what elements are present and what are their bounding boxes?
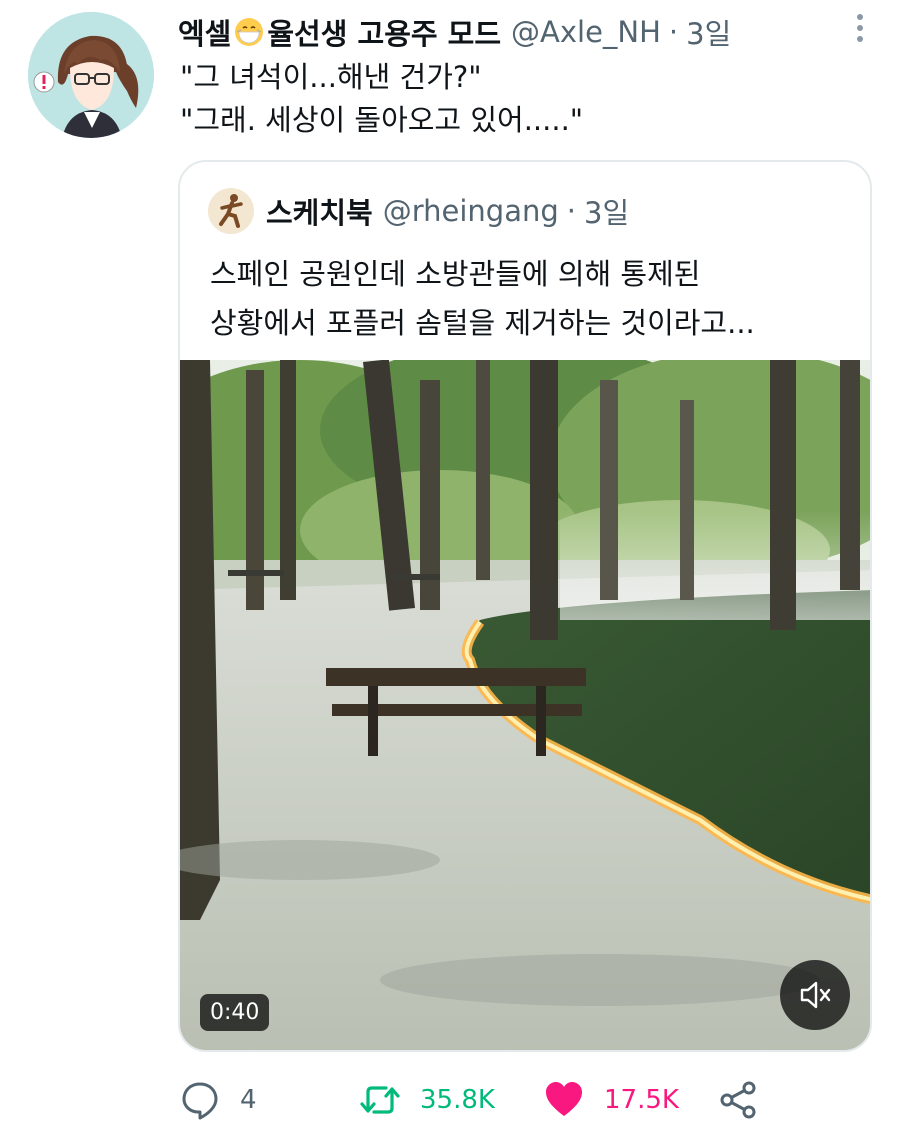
quoted-tweet-text: 스페인 공원인데 소방관들에 의해 통제된 상황에서 포플러 솜털을 제거하는 … bbox=[210, 250, 860, 348]
quoted-tweet-timestamp[interactable]: 3일 bbox=[584, 190, 629, 232]
more-options-icon[interactable] bbox=[850, 12, 870, 44]
tweet-header: 엑셀 율선생 고용주 모드 @Axle_NH · 3일 bbox=[178, 10, 731, 54]
tweet-action-bar: 4 35.8K 17.5K bbox=[180, 1070, 880, 1130]
tweet-timestamp[interactable]: 3일 bbox=[686, 11, 731, 53]
quoted-text-line: 상황에서 포플러 솜털을 제거하는 것이라고... bbox=[210, 306, 755, 340]
reply-button[interactable]: 4 bbox=[180, 1078, 257, 1122]
tweet-text: "그 녀석이...해낸 건가?" "그래. 세상이 돌아오고 있어....." bbox=[180, 56, 870, 142]
retweet-count: 35.8K bbox=[420, 1085, 495, 1115]
share-icon bbox=[720, 1081, 756, 1119]
share-button[interactable] bbox=[718, 1078, 758, 1122]
like-count: 17.5K bbox=[604, 1085, 679, 1115]
heart-icon bbox=[546, 1082, 582, 1116]
display-name-part2: 율선생 고용주 모드 bbox=[267, 17, 502, 51]
quoted-author-display-name[interactable]: 스케치북 bbox=[266, 190, 373, 232]
video-player[interactable]: 0:40 bbox=[180, 360, 870, 1050]
quoted-text-line: 스페인 공원인데 소방관들에 의해 통제된 bbox=[210, 257, 701, 291]
mask-face-emoji-icon bbox=[233, 16, 265, 48]
tweet-text-line: "그래. 세상이 돌아오고 있어....." bbox=[180, 103, 584, 137]
video-frame bbox=[180, 360, 870, 1050]
like-button[interactable]: 17.5K bbox=[544, 1078, 679, 1122]
separator-dot: · bbox=[668, 15, 679, 49]
reply-count: 4 bbox=[240, 1085, 257, 1115]
tweet[interactable]: 엑셀 율선생 고용주 모드 @Axle_NH · 3일 "그 녀석이...해낸 … bbox=[0, 0, 900, 1136]
reply-icon bbox=[182, 1082, 218, 1120]
display-name-part1: 엑셀 bbox=[178, 17, 232, 51]
speaker-muted-icon[interactable] bbox=[780, 960, 850, 1030]
author-handle[interactable]: @Axle_NH bbox=[511, 15, 661, 49]
retweet-button[interactable]: 35.8K bbox=[360, 1078, 495, 1122]
author-avatar[interactable] bbox=[28, 12, 154, 138]
separator-dot: · bbox=[566, 194, 576, 228]
quoted-tweet-header: 스케치북 @rheingang · 3일 bbox=[208, 186, 629, 236]
retweet-icon bbox=[360, 1086, 400, 1114]
video-duration-badge: 0:40 bbox=[200, 994, 270, 1031]
tweet-text-line: "그 녀석이...해낸 건가?" bbox=[180, 60, 482, 94]
quoted-tweet-card[interactable]: 스케치북 @rheingang · 3일 스페인 공원인데 소방관들에 의해 통… bbox=[178, 160, 872, 1052]
quoted-author-handle[interactable]: @rheingang bbox=[383, 194, 559, 228]
quoted-author-avatar[interactable] bbox=[208, 188, 254, 234]
author-display-name[interactable]: 엑셀 율선생 고용주 모드 bbox=[178, 11, 501, 53]
